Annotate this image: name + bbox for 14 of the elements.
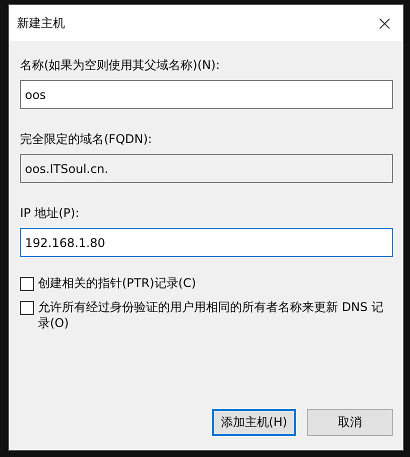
input-field[interactable]: 192.168.1.80 [20, 228, 393, 257]
input-field[interactable]: oos [20, 80, 393, 109]
checkbox[interactable] [20, 301, 34, 315]
window-title: 新建主机 [17, 14, 65, 32]
input-field[interactable]: oos.ITSoul.cn. [20, 154, 393, 183]
field-label: 完全限定的域名(FQDN): [20, 131, 152, 148]
dialog-button[interactable]: 取消 [307, 409, 393, 436]
field-label: IP 地址(P): [20, 205, 80, 222]
dialog-button[interactable]: 添加主机(H) [212, 409, 296, 436]
field-label: 名称(如果为空则使用其父域名称)(N): [20, 57, 220, 74]
close-button[interactable]: × [376, 11, 393, 35]
checkbox-label: 允许所有经过身份验证的用户用相同的所有者名称来更新 DNS 记录(O) [38, 299, 384, 331]
checkbox[interactable] [20, 277, 34, 291]
checkbox-label: 创建相关的指针(PTR)记录(C) [38, 275, 196, 291]
